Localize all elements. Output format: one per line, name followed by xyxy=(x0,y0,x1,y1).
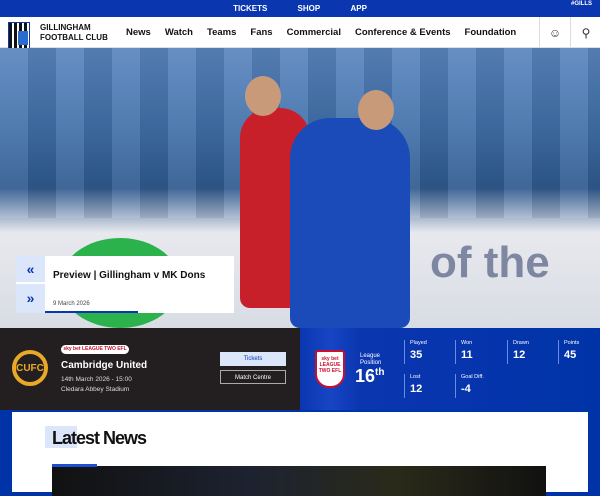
fixture-venue: Cledara Abbey Stadium xyxy=(61,386,130,393)
stat-label: Drawn xyxy=(513,340,529,346)
nav-commercial[interactable]: Commercial xyxy=(287,27,341,38)
nav-fans[interactable]: Fans xyxy=(250,27,272,38)
stat-points: Points 45 xyxy=(558,340,579,364)
shop-link[interactable]: SHOP xyxy=(298,4,321,13)
stat-played: Played 35 xyxy=(404,340,427,364)
club-name-line2: FOOTBALL CLUB xyxy=(40,33,108,42)
news-article-image[interactable] xyxy=(52,464,546,496)
player-blue-head xyxy=(358,90,394,130)
competition-badge: sky bet LEAGUE TWO EFL xyxy=(61,345,129,354)
article-date: 9 March 2026 xyxy=(53,301,90,307)
account-button[interactable]: ☺ xyxy=(539,17,570,48)
section-heading: Latest News xyxy=(52,428,147,448)
position-value: 16 xyxy=(355,366,376,386)
carousel-controls: « » xyxy=(16,256,45,313)
club-name[interactable]: GILLINGHAM FOOTBALL CLUB xyxy=(40,23,108,43)
slide-progress-bar xyxy=(45,311,138,313)
match-centre-button[interactable]: Match Centre xyxy=(220,370,286,384)
hero-ad-board: of the xyxy=(430,238,550,287)
hero-article-card[interactable]: Preview | Gillingham v MK Dons 9 March 2… xyxy=(45,256,234,313)
stat-label: Points xyxy=(564,340,580,346)
opponent-crest: CUFC xyxy=(12,350,48,386)
latest-news-section: Latest News xyxy=(12,412,588,496)
search-button[interactable]: ⚲ xyxy=(570,17,600,48)
league-table-summary: sky bet LEAGUE TWO EFL League Position 16… xyxy=(300,328,600,410)
tickets-link[interactable]: TICKETS xyxy=(233,4,267,13)
stat-goal-diff: Goal Diff. -4 xyxy=(455,374,484,398)
fixture-datetime: 14th March 2026 - 15:00 xyxy=(61,376,132,383)
opponent-name: Cambridge United xyxy=(61,360,148,371)
prev-slide-button[interactable]: « xyxy=(16,256,45,284)
stat-label: Played xyxy=(410,340,427,346)
position-suffix: th xyxy=(375,367,385,378)
stat-value: 11 xyxy=(461,349,473,361)
league-badge: sky bet LEAGUE TWO EFL xyxy=(315,350,345,388)
club-crest-logo[interactable] xyxy=(8,22,30,51)
league-position: 16th xyxy=(355,366,384,387)
search-icon: ⚲ xyxy=(581,25,591,40)
app-link[interactable]: APP xyxy=(350,4,366,13)
stat-value: 45 xyxy=(564,349,577,361)
stat-won: Won 11 xyxy=(455,340,473,364)
stat-value: 12 xyxy=(410,383,423,395)
stat-label: Lost xyxy=(410,374,421,380)
article-title[interactable]: Preview | Gillingham v MK Dons xyxy=(53,270,205,281)
stat-label: Goal Diff. xyxy=(461,374,484,380)
nav-news[interactable]: News xyxy=(126,27,151,38)
next-fixture: CUFC sky bet LEAGUE TWO EFL Cambridge Un… xyxy=(0,328,300,410)
main-nav: GILLINGHAM FOOTBALL CLUB News Watch Teams… xyxy=(0,17,600,51)
club-name-line1: GILLINGHAM xyxy=(40,23,91,32)
stat-value: -4 xyxy=(461,383,471,395)
stat-value: 12 xyxy=(513,349,526,361)
stat-drawn: Drawn 12 xyxy=(507,340,529,364)
next-slide-button[interactable]: » xyxy=(16,284,45,312)
hashtag[interactable]: #GILLS xyxy=(571,1,592,7)
stat-lost: Lost 12 xyxy=(404,374,422,398)
nav-foundation[interactable]: Foundation xyxy=(465,27,517,38)
stat-value: 35 xyxy=(410,349,423,361)
position-label-1: League xyxy=(360,353,381,359)
stat-label: Won xyxy=(461,340,473,346)
nav-teams[interactable]: Teams xyxy=(207,27,236,38)
top-bar: TICKETS SHOP APP #GILLS xyxy=(0,0,600,17)
player-red-head xyxy=(245,76,281,116)
person-icon: ☺ xyxy=(548,25,562,40)
nav-conference-events[interactable]: Conference & Events xyxy=(355,27,451,38)
player-blue xyxy=(290,118,410,328)
nav-watch[interactable]: Watch xyxy=(165,27,193,38)
tickets-button[interactable]: Tickets xyxy=(220,352,286,366)
